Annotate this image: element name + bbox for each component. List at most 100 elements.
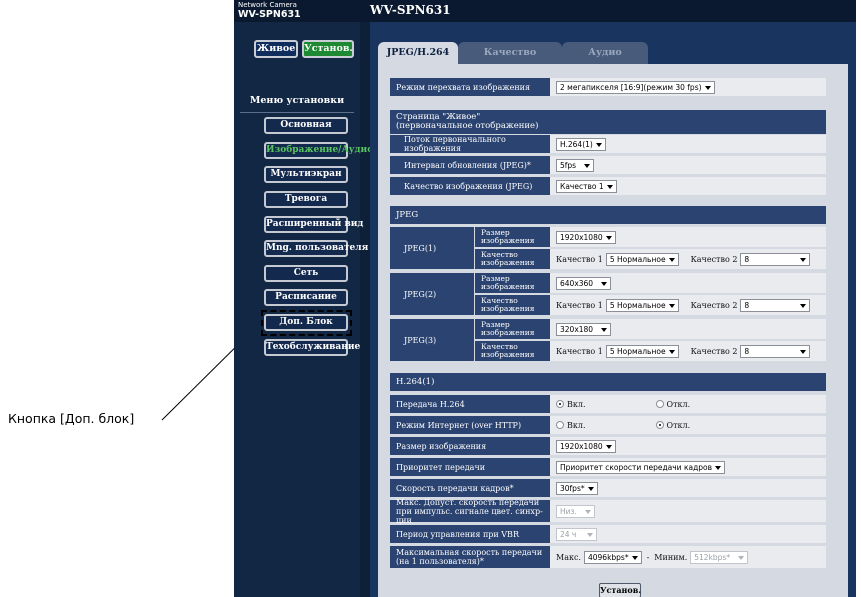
menu-item-multiscreen[interactable]: Мультиэкран [264,166,348,183]
vbr-period-cell: 24 ч [550,525,826,543]
jpeg2-label: JPEG(2) [390,273,474,315]
chevron-down-icon [800,257,807,262]
frame-rate-value: 30fps* [560,483,585,493]
frame-rate-select[interactable]: 30fps* [556,481,598,495]
menu-item-advanced[interactable]: Расширенный вид [264,216,363,233]
jpeg-quality-value: Качество 1 [560,181,604,191]
max-bitrate-label: Максимальная скорость передачи (на 1 пол… [390,546,550,568]
menu-title: Меню установки [249,95,345,106]
menu-item-user-mng[interactable]: Mng. пользователя [264,240,368,257]
chevron-down-icon [800,349,807,354]
vbr-period-value: 24 ч [560,529,577,539]
jpeg2-size-value: 640x360 [560,278,594,288]
max-burst-cell: Низ. [550,500,826,522]
jpeg3-size-cell: 320x180 [550,319,826,339]
max-bitrate-min-select[interactable]: 512kbps* [690,550,748,564]
max-bitrate-min-value: 512kbps* [694,552,731,562]
jpeg2-size-label: Размер изображения [474,273,550,293]
brand: Network Camera WV-SPN631 [234,0,368,22]
chevron-down-icon [583,163,590,168]
jpeg2-q1-select[interactable]: 5 Нормальное [605,298,679,312]
h264-section-header: H.264(1) [390,373,826,391]
h264-size-cell: 1920x1080 [550,437,826,455]
chevron-down-icon [737,555,744,560]
chevron-down-icon [800,303,807,308]
jpeg1-size-select[interactable]: 1920x1080 [556,230,616,244]
max-bitrate-max-select[interactable]: 4096kbps* [583,550,642,564]
jpeg2-q1-label: Качество 1 [556,300,603,310]
menu-item-image-audio[interactable]: Изображение/Аудио [264,142,373,159]
h264-size-select[interactable]: 1920x1080 [556,439,616,453]
h264-transmission-off-radio[interactable] [655,400,664,408]
jpeg1-q2-label: Качество 2 [690,254,738,264]
priority-select[interactable]: Приоритет скорости передачи кадров [556,460,726,474]
tab-image-quality[interactable]: Качество изображения [458,42,562,80]
jpeg1-q2-select[interactable]: 8 [740,252,811,266]
max-burst-select[interactable]: Низ. [556,504,595,518]
internet-mode-off-radio[interactable] [655,421,664,429]
tab-jpeg-h264[interactable]: JPEG/H.264 [378,42,458,64]
page-title: WV-SPN631 [370,3,451,17]
jpeg3-size-value: 320x180 [560,324,594,334]
setup-button[interactable]: Установ. [302,40,354,58]
jpeg1-size-cell: 1920x1080 [550,227,826,247]
live-button[interactable]: Живое [254,40,298,58]
internet-mode-on-radio[interactable] [556,421,564,429]
refresh-interval-cell: 5fps [550,156,826,174]
jpeg3-q1-label: Качество 1 [556,346,603,356]
menu-divider [240,112,354,113]
submit-button[interactable]: Установ. [599,583,641,597]
jpeg3-q2-select[interactable]: 8 [740,344,811,358]
menu-item-schedule[interactable]: Расписание [264,289,348,306]
capture-mode-label: Режим перехвата изображения [390,78,550,96]
jpeg-quality-cell: Качество 1 [550,177,826,195]
jpeg1-q1-value: 5 Нормальное [609,254,666,264]
chevron-down-icon [715,465,722,470]
initial-stream-select[interactable]: H.264(1) [556,137,606,151]
jpeg3-q1-select[interactable]: 5 Нормальное [605,344,679,358]
jpeg-quality-select[interactable]: Качество 1 [556,179,617,193]
jpeg3-size-label: Размер изображения [474,319,550,339]
jpeg1-q1-label: Качество 1 [556,254,603,264]
jpeg1-size-label: Размер изображения [474,227,550,247]
chevron-down-icon [586,532,593,537]
live-page-header: Страница "Живое" (первоначальное отображ… [390,110,826,134]
jpeg3-size-select[interactable]: 320x180 [556,322,611,336]
internet-mode-off-label: Откл. [666,420,691,430]
initial-stream-value: H.264(1) [560,139,593,149]
jpeg2-q2-value: 8 [744,300,750,310]
h264-transmission-on-radio[interactable] [556,400,564,408]
h264-transmission-cell: Вкл. Откл. [550,395,826,413]
vbr-period-select[interactable]: 24 ч [556,527,597,541]
refresh-interval-select[interactable]: 5fps [556,158,594,172]
chevron-down-icon [668,349,675,354]
jpeg2-quality-label: Качество изображения [474,295,550,315]
menu-item-alarm[interactable]: Тревога [264,191,348,208]
callout-label: Кнопка [Доп. блок] [8,411,135,426]
frame-rate-label: Скорость передачи кадров* [390,479,550,497]
chevron-down-icon [668,303,675,308]
menu-item-basic[interactable]: Основная [264,117,348,134]
tab-audio[interactable]: Аудио [562,42,648,64]
initial-stream-label: Поток первоначального изображения [390,135,550,153]
menu-item-maintenance[interactable]: Техобслуживание [264,339,360,356]
internet-mode-label: Режим Интернет (over HTTP) [390,416,550,434]
chevron-down-icon [605,444,612,449]
capture-mode-select[interactable]: 2 мегапикселя [16:9](режим 30 fps) [556,80,715,94]
top-bar: Network Camera WV-SPN631 WV-SPN631 [234,0,856,22]
jpeg-section-header: JPEG [390,206,826,224]
jpeg2-q2-select[interactable]: 8 [740,298,811,312]
settings-panel: Режим перехвата изображения 2 мегапиксел… [378,64,848,597]
chevron-down-icon [605,235,612,240]
jpeg1-size-value: 1920x1080 [560,232,603,242]
jpeg2-size-select[interactable]: 640x360 [556,276,611,290]
chevron-down-icon [631,555,638,560]
chevron-down-icon [595,142,602,147]
h264-transmission-on-label: Вкл. [567,399,586,409]
jpeg1-label: JPEG(1) [390,227,474,269]
chevron-down-icon [587,486,594,491]
sidebar: Живое Установ. Меню установки Основная И… [234,22,373,597]
jpeg1-q1-select[interactable]: 5 Нормальное [605,252,679,266]
menu-item-network[interactable]: Сеть [264,265,348,282]
jpeg3-quality-label: Качество изображения [474,341,550,361]
